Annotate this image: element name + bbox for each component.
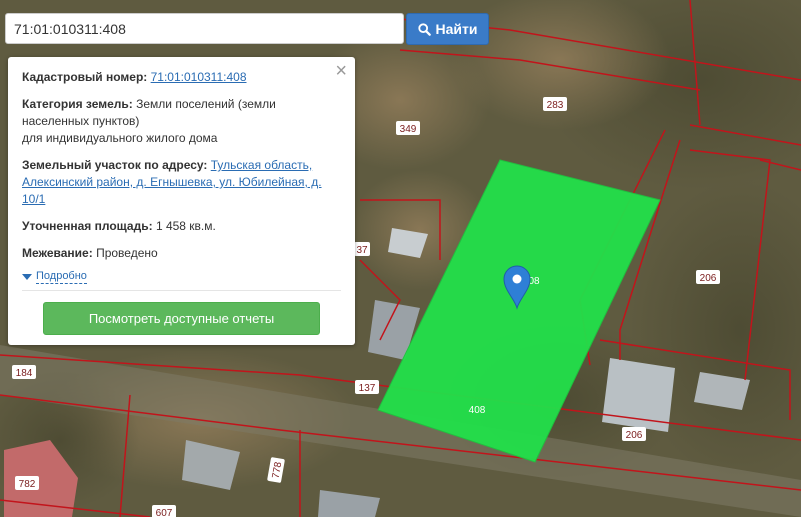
parcel-number-283: 283 [543, 97, 567, 111]
svg-text:206: 206 [700, 273, 717, 284]
svg-text:37: 37 [356, 245, 368, 256]
parcel-number-206-b: 206 [622, 427, 646, 441]
parcel-number-37: 37 [354, 242, 370, 256]
search-icon [417, 22, 431, 36]
area-row: Уточненная площадь: 1 458 кв.м. [22, 218, 341, 235]
address-link-line1[interactable]: Тульская область, [211, 158, 312, 172]
land-category-row: Категория земель: Земли поселений (земли… [22, 96, 341, 147]
address-row: Земельный участок по адресу: Тульская об… [22, 157, 341, 208]
parcel-info-panel: × Кадастровый номер: 71:01:010311:408 Ка… [8, 57, 355, 345]
search-input[interactable] [6, 14, 403, 43]
parcel-number-408-bottom: 408 [469, 405, 486, 416]
cadastral-number-link[interactable]: 71:01:010311:408 [151, 70, 247, 84]
svg-text:607: 607 [156, 508, 173, 517]
address-link-line2[interactable]: Алексинский район, д. Егнышевка, ул. Юби… [22, 175, 322, 189]
search-box[interactable] [5, 13, 404, 44]
details-toggle[interactable]: Подробно [22, 270, 341, 284]
land-category-value-line2: населенных пунктов) [22, 114, 140, 128]
parcel-number-184: 184 [12, 365, 36, 379]
area-value: 1 458 кв.м. [155, 219, 216, 233]
details-link[interactable]: Подробно [36, 270, 87, 284]
svg-text:782: 782 [19, 479, 36, 490]
cadastral-number-row: Кадастровый номер: 71:01:010311:408 [22, 69, 341, 86]
divider [22, 290, 341, 291]
survey-label: Межевание: [22, 246, 93, 260]
svg-text:283: 283 [547, 100, 564, 111]
parcel-number-349: 349 [396, 121, 420, 135]
land-category-label: Категория земель: [22, 97, 133, 111]
parcel-number-607: 607 [152, 505, 176, 517]
parcel-number-206-a: 206 [696, 270, 720, 284]
svg-text:137: 137 [359, 383, 376, 394]
cadastral-number-label: Кадастровый номер: [22, 70, 148, 84]
svg-text:206: 206 [626, 430, 643, 441]
land-category-value-line3: для индивидуального жилого дома [22, 131, 218, 145]
address-link-line3[interactable]: 10/1 [22, 192, 45, 206]
search-button[interactable]: Найти [406, 13, 489, 45]
parcel-number-782: 782 [15, 476, 39, 490]
close-icon[interactable]: × [335, 61, 347, 81]
svg-text:349: 349 [400, 124, 417, 135]
search-button-label: Найти [435, 21, 478, 37]
parcel-number-137: 137 [355, 380, 379, 394]
survey-row: Межевание: Проведено [22, 245, 341, 262]
survey-value: Проведено [96, 246, 158, 260]
address-label: Земельный участок по адресу: [22, 158, 208, 172]
area-label: Уточненная площадь: [22, 219, 153, 233]
caret-down-icon [22, 274, 32, 280]
view-reports-button[interactable]: Посмотреть доступные отчеты [43, 302, 320, 335]
svg-text:184: 184 [16, 368, 33, 379]
land-category-value-line1: Земли поселений (земли [136, 97, 276, 111]
